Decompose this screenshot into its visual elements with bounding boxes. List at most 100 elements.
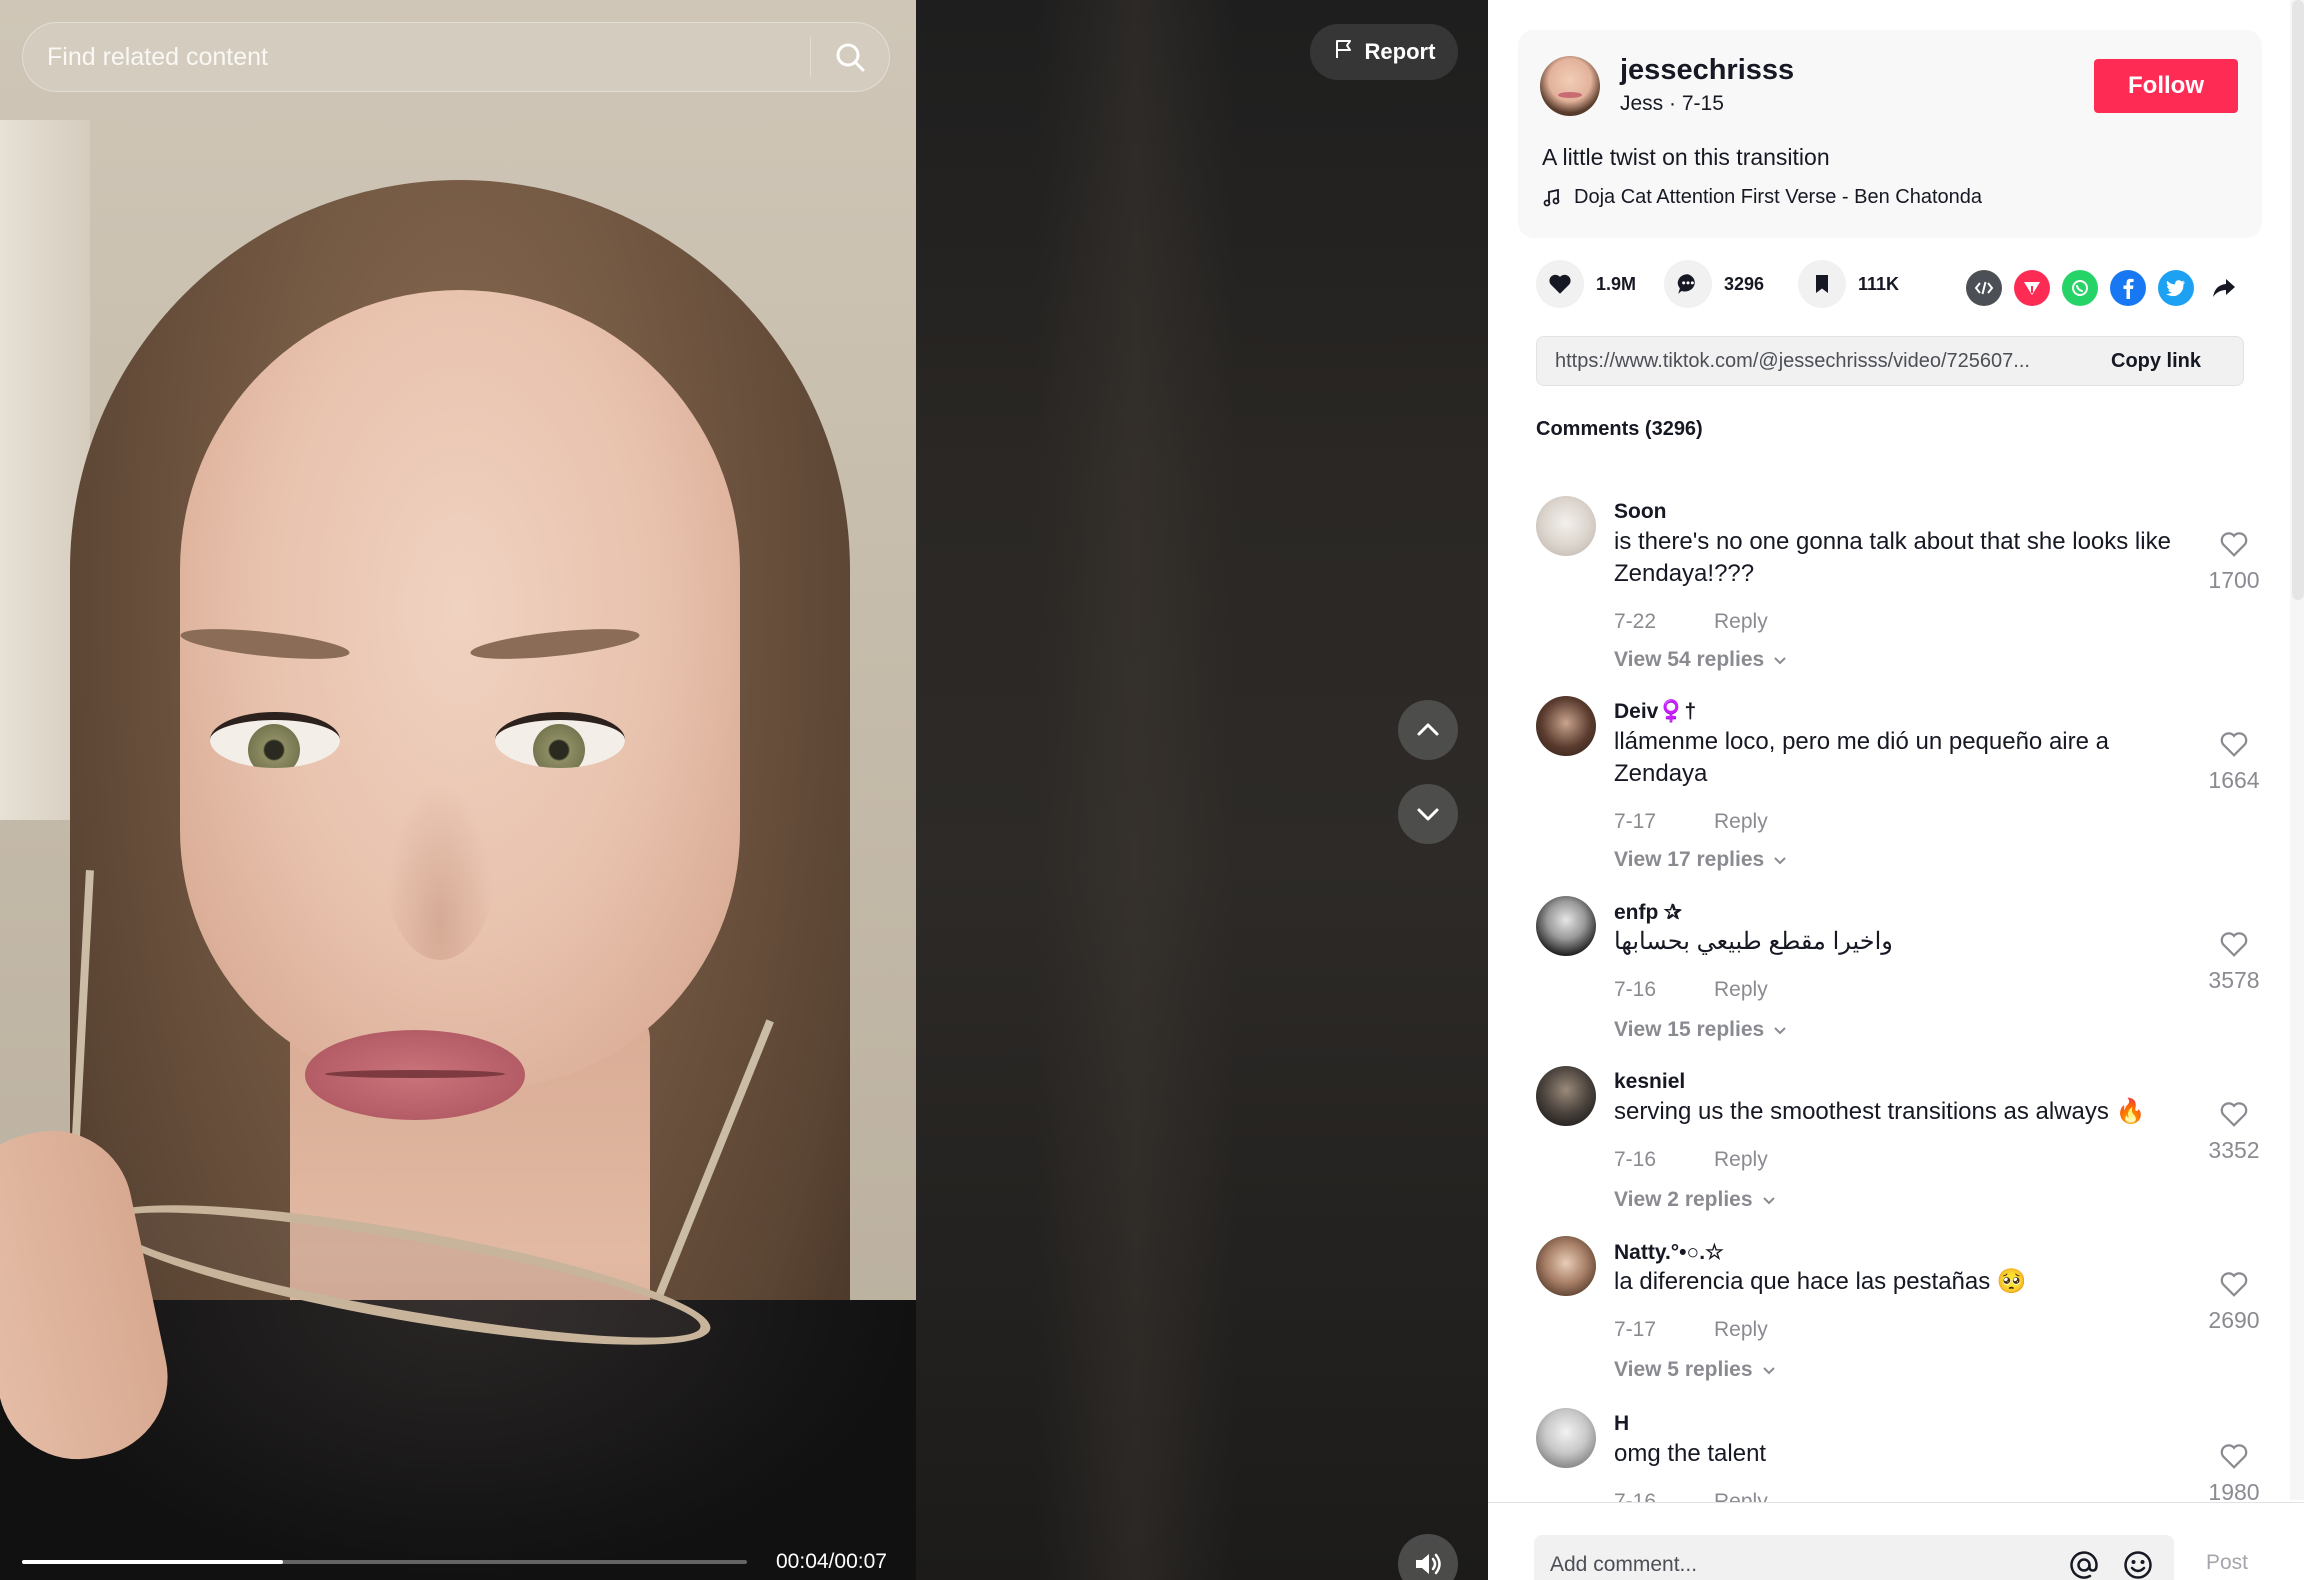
author-username[interactable]: jessechrisss bbox=[1620, 54, 1794, 87]
video-scene-face bbox=[180, 290, 740, 1090]
video-progress-fill bbox=[22, 1560, 283, 1564]
embed-icon[interactable] bbox=[1966, 270, 2002, 306]
view-replies-button[interactable]: View 5 replies bbox=[1614, 1358, 1777, 1382]
video-link-field[interactable]: https://www.tiktok.com/@jessechrisss/vid… bbox=[1536, 336, 2244, 386]
reply-button[interactable]: Reply bbox=[1714, 1318, 1768, 1342]
commenter-avatar[interactable] bbox=[1536, 696, 1596, 756]
comment-date: 7-16 bbox=[1614, 1490, 1657, 1502]
twitter-icon[interactable] bbox=[2158, 270, 2194, 306]
commenter-username[interactable]: kesniel bbox=[1614, 1070, 1685, 1094]
commenter-avatar[interactable] bbox=[1536, 496, 1596, 556]
video-scene-nose bbox=[385, 780, 495, 960]
commenter-username[interactable]: H bbox=[1614, 1412, 1629, 1436]
comment-item: Deiv♀️† llámenme loco, pero me dió un pe… bbox=[1536, 694, 2276, 871]
comment-like-button[interactable]: 3352 bbox=[2196, 1100, 2272, 1164]
video-player[interactable]: Find related content Report 00:04/00:07 bbox=[0, 0, 1488, 1580]
commenter-username[interactable]: Soon bbox=[1614, 500, 1667, 524]
video-scene-lips bbox=[305, 1030, 525, 1120]
chevron-down-icon bbox=[1774, 857, 1786, 865]
commenter-username[interactable]: Natty.°•○.☆ bbox=[1614, 1240, 1724, 1265]
commenter-username[interactable]: enfp ✰ bbox=[1614, 900, 1682, 925]
comment-date: 7-16 bbox=[1614, 978, 1657, 1001]
comment-list[interactable]: Soon is there's no one gonna talk about … bbox=[1536, 494, 2276, 1502]
commenter-avatar[interactable] bbox=[1536, 1236, 1596, 1296]
reply-button[interactable]: Reply bbox=[1714, 1490, 1768, 1502]
music-link[interactable]: Doja Cat Attention First Verse - Ben Cha… bbox=[1542, 186, 1982, 209]
search-bar[interactable]: Find related content bbox=[22, 22, 890, 92]
video-link-text[interactable]: https://www.tiktok.com/@jessechrisss/vid… bbox=[1537, 350, 2097, 373]
commenter-avatar[interactable] bbox=[1536, 1408, 1596, 1468]
comment-like-button[interactable]: 1664 bbox=[2196, 730, 2272, 794]
heart-icon bbox=[1536, 260, 1584, 308]
previous-video-button[interactable] bbox=[1398, 700, 1458, 760]
view-replies-label: View 2 replies bbox=[1614, 1188, 1753, 1211]
reply-button[interactable]: Reply bbox=[1714, 1148, 1768, 1172]
comment-text: is there's no one gonna talk about that … bbox=[1614, 528, 2171, 587]
view-replies-label: View 15 replies bbox=[1614, 1018, 1765, 1041]
heart-outline-icon bbox=[2220, 732, 2248, 757]
commenter-username[interactable]: Deiv♀️† bbox=[1614, 700, 1696, 724]
reply-button[interactable]: Reply bbox=[1714, 978, 1768, 1002]
emoji-icon[interactable] bbox=[2118, 1545, 2158, 1580]
author-nickname-date: Jess · 7-15 bbox=[1620, 92, 1724, 115]
view-replies-button[interactable]: View 17 replies bbox=[1614, 848, 1788, 872]
share-arrow-icon[interactable] bbox=[2206, 270, 2242, 306]
view-replies-button[interactable]: View 15 replies bbox=[1614, 1018, 1788, 1042]
video-caption: A little twist on this transition bbox=[1542, 144, 1830, 170]
next-video-button[interactable] bbox=[1398, 784, 1458, 844]
facebook-icon[interactable] bbox=[2110, 270, 2146, 306]
comment-item: H omg the talent 7-16 Reply 1980 bbox=[1536, 1406, 2276, 1502]
comment-like-count: 3352 bbox=[2208, 1137, 2260, 1163]
comment-date: 7-22 bbox=[1614, 610, 1657, 633]
comment-button[interactable]: 3296 bbox=[1664, 260, 1764, 308]
music-title: Doja Cat Attention First Verse - Ben Cha… bbox=[1574, 186, 1982, 208]
video-scene-eye bbox=[495, 712, 625, 768]
chevron-down-icon bbox=[1774, 657, 1786, 665]
video-time: 00:04/00:07 bbox=[776, 1550, 887, 1573]
video-frame[interactable] bbox=[0, 0, 916, 1580]
comment-like-button[interactable]: 2690 bbox=[2196, 1270, 2272, 1334]
comment-composer: Add comment... Post bbox=[1488, 1502, 2304, 1580]
follow-button[interactable]: Follow bbox=[2094, 59, 2238, 113]
copy-link-button[interactable]: Copy link bbox=[2111, 350, 2201, 373]
comment-like-button[interactable]: 3578 bbox=[2196, 930, 2272, 994]
author-avatar[interactable] bbox=[1540, 56, 1600, 116]
comment-like-count: 3578 bbox=[2208, 967, 2260, 993]
reply-button[interactable]: Reply bbox=[1714, 610, 1768, 634]
comment-item: Natty.°•○.☆ la diferencia que hace las p… bbox=[1536, 1234, 2276, 1404]
music-note-icon bbox=[1543, 188, 1560, 206]
report-button[interactable]: Report bbox=[1310, 24, 1458, 80]
video-scene-eye bbox=[210, 712, 340, 768]
chevron-down-icon bbox=[1417, 808, 1439, 821]
view-replies-label: View 54 replies bbox=[1614, 648, 1765, 671]
commenter-avatar[interactable] bbox=[1536, 1066, 1596, 1126]
post-comment-button[interactable]: Post bbox=[2206, 1551, 2248, 1575]
heart-outline-icon bbox=[2220, 532, 2248, 557]
speaker-icon bbox=[1416, 1553, 1441, 1575]
view-replies-button[interactable]: View 2 replies bbox=[1614, 1188, 1777, 1212]
comment-like-count: 2690 bbox=[2208, 1307, 2260, 1333]
view-replies-button[interactable]: View 54 replies bbox=[1614, 648, 1788, 672]
comment-text: واخيرا مقطع طبيعي بحسابها bbox=[1614, 928, 1893, 955]
comment-like-button[interactable]: 1980 bbox=[2196, 1442, 2272, 1502]
heart-outline-icon bbox=[2220, 1102, 2248, 1127]
comment-input[interactable]: Add comment... bbox=[1534, 1535, 2174, 1580]
scrollbar-thumb[interactable] bbox=[2292, 0, 2304, 600]
reply-button[interactable]: Reply bbox=[1714, 810, 1768, 834]
commenter-avatar[interactable] bbox=[1536, 896, 1596, 956]
chevron-down-icon bbox=[1762, 1367, 1775, 1375]
comment-input-placeholder[interactable]: Add comment... bbox=[1534, 1553, 2064, 1577]
comment-date: 7-17 bbox=[1614, 1318, 1657, 1341]
video-progress-bar[interactable] bbox=[22, 1560, 747, 1564]
mention-icon[interactable] bbox=[2064, 1545, 2104, 1580]
heart-outline-icon bbox=[2220, 932, 2248, 957]
like-button[interactable]: 1.9M bbox=[1536, 260, 1636, 308]
search-input[interactable]: Find related content bbox=[23, 43, 810, 72]
search-icon[interactable] bbox=[811, 22, 889, 92]
save-button[interactable]: 111K bbox=[1798, 260, 1899, 308]
comment-like-button[interactable]: 1700 bbox=[2196, 530, 2272, 594]
view-replies-label: View 17 replies bbox=[1614, 848, 1765, 871]
send-to-friends-icon[interactable] bbox=[2014, 270, 2050, 306]
whatsapp-icon[interactable] bbox=[2062, 270, 2098, 306]
save-count: 111K bbox=[1858, 273, 1900, 294]
